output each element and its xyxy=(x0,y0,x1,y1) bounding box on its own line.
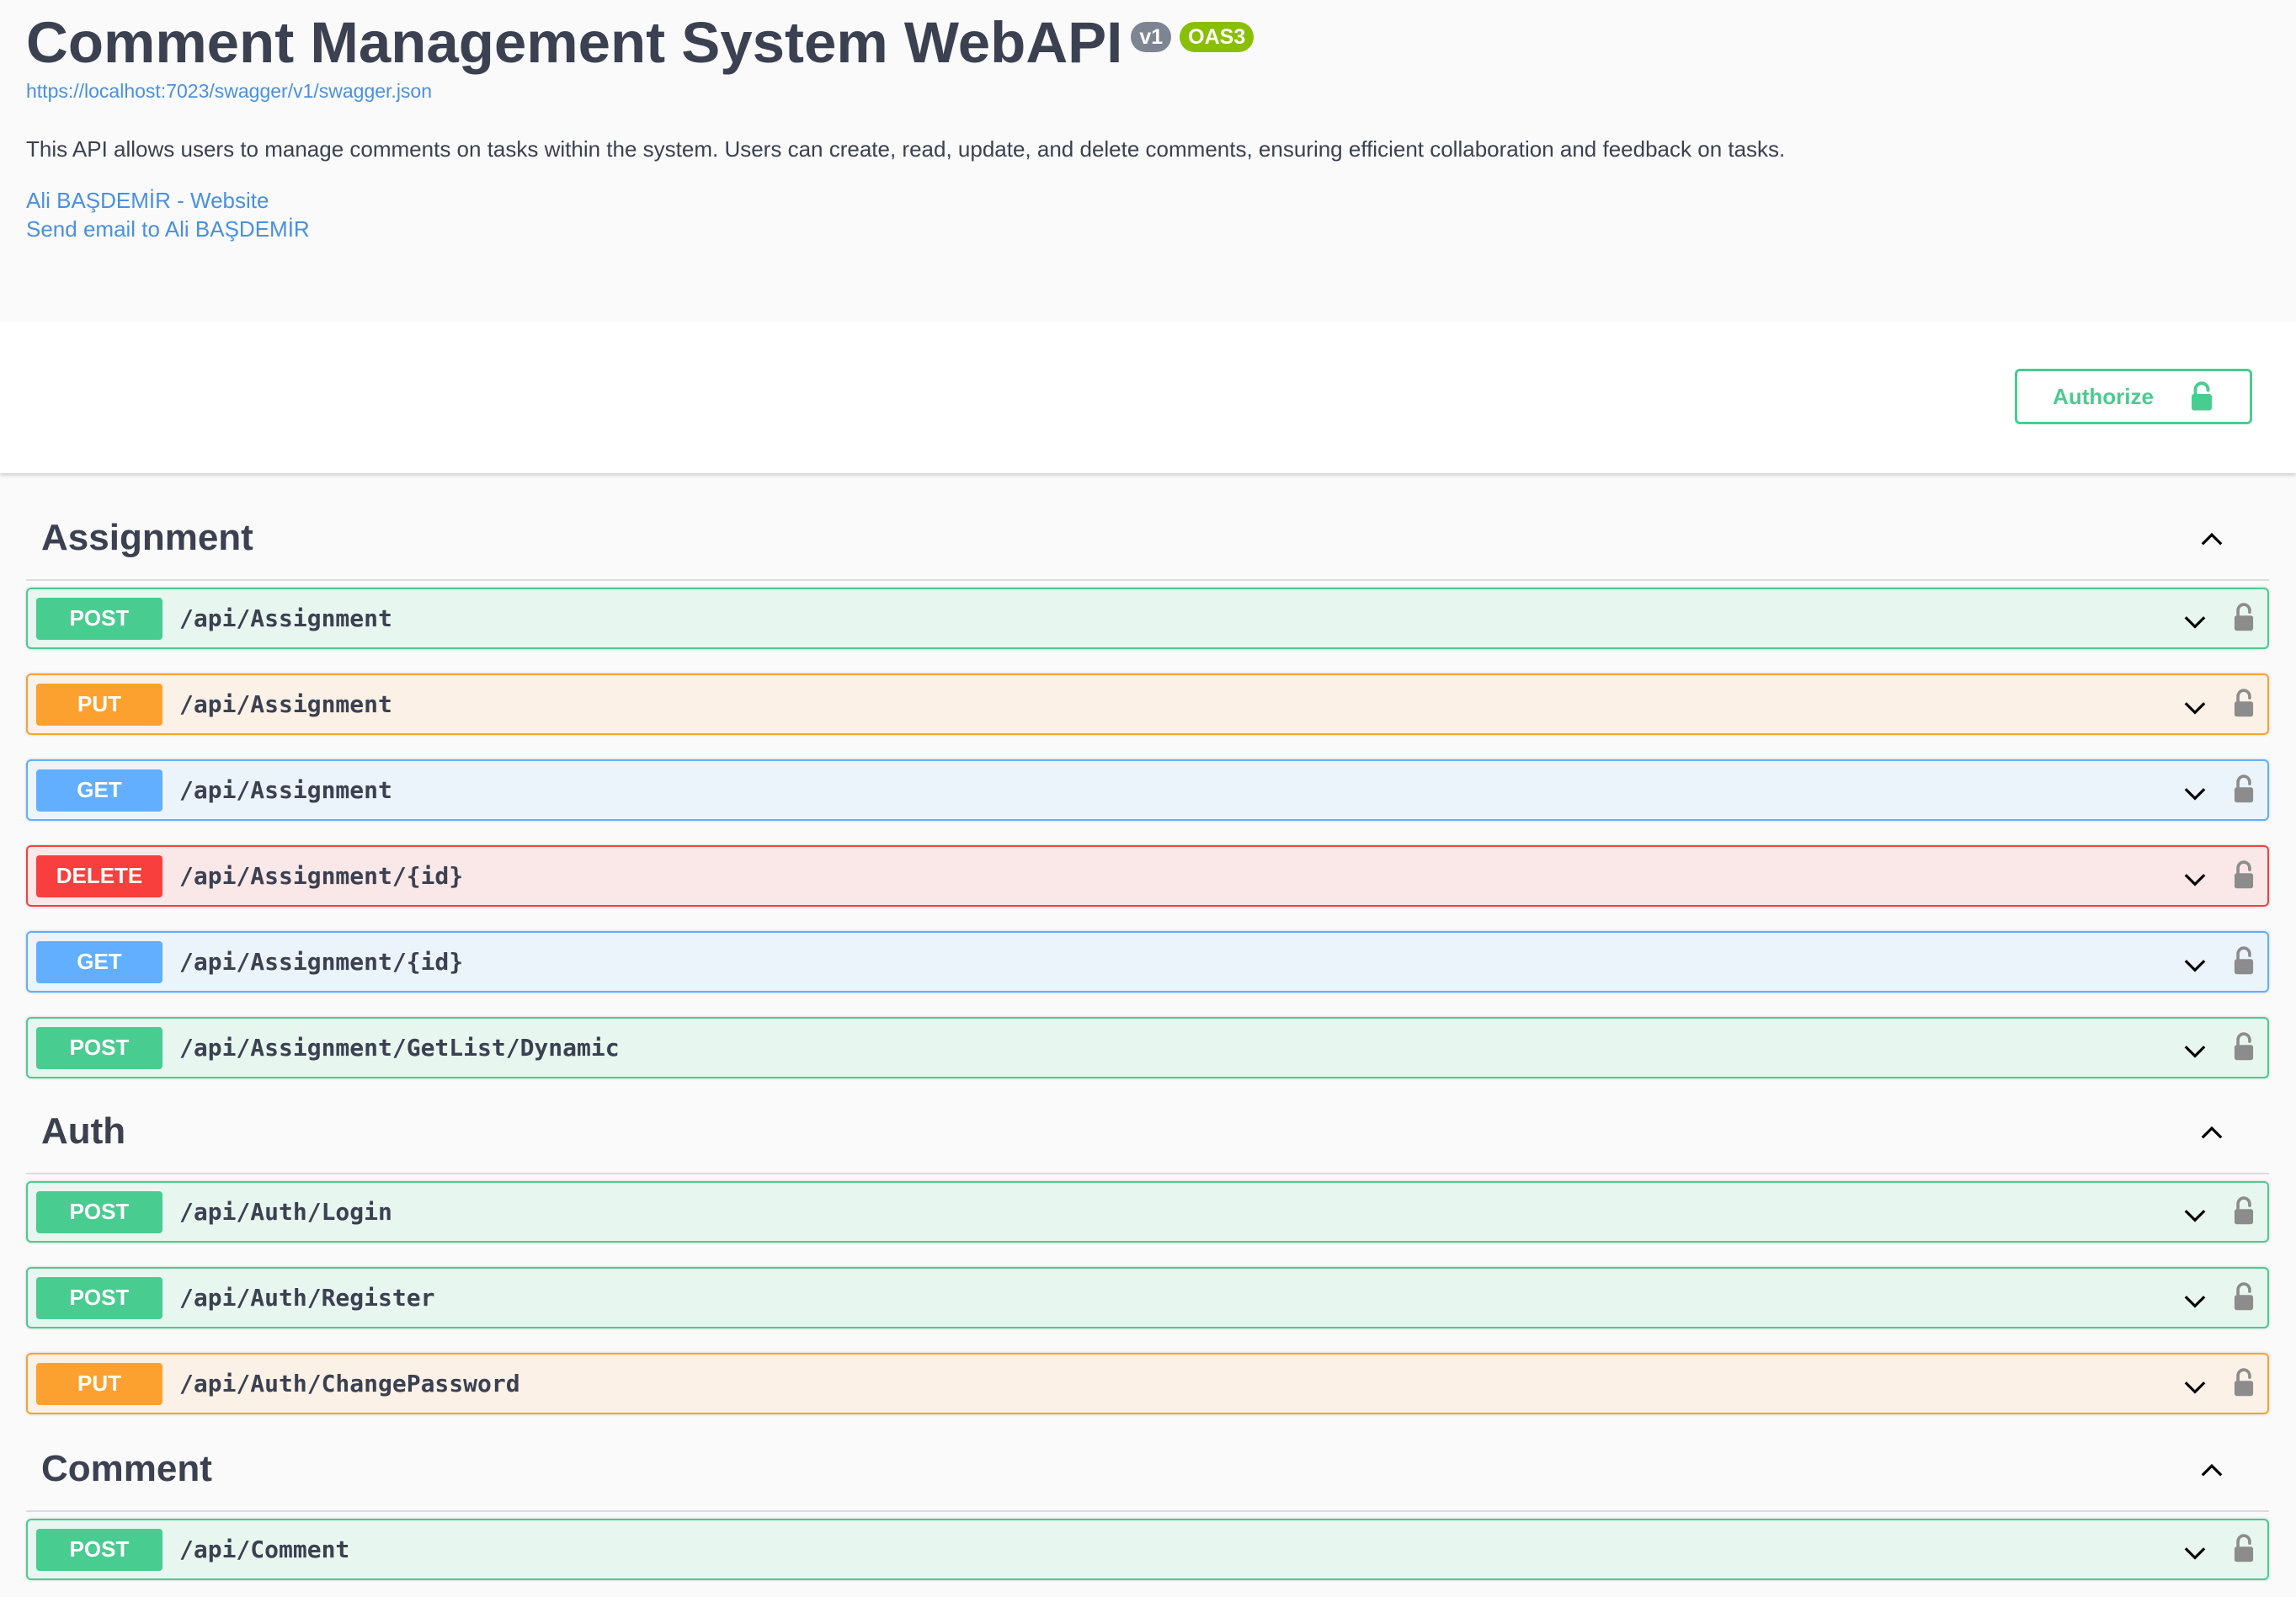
operation-delete[interactable]: DELETE/api/Assignment/{id} xyxy=(26,845,2269,907)
method-badge: PUT xyxy=(36,1362,162,1405)
tag-section-auth: Auth POST/api/Auth/Login POST/api/Auth/Reg… xyxy=(26,1090,2269,1414)
method-badge: POST xyxy=(36,597,162,640)
chevron-down-icon[interactable] xyxy=(2181,608,2208,635)
operation-path: /api/Assignment/GetList/Dynamic xyxy=(179,1034,620,1062)
chevron-up-icon[interactable] xyxy=(2198,525,2225,552)
tag-section-assignment: Assignment POST/api/Assignment PUT/api/Ass… xyxy=(26,497,2269,1078)
operation-path: /api/Assignment xyxy=(179,604,392,632)
chevron-down-icon[interactable] xyxy=(2181,951,2208,978)
lock-icon[interactable] xyxy=(2232,775,2256,805)
method-badge: POST xyxy=(36,1190,162,1233)
chevron-down-icon[interactable] xyxy=(2181,1539,2208,1566)
chevron-down-icon[interactable] xyxy=(2181,1373,2208,1400)
lock-icon[interactable] xyxy=(2232,860,2256,891)
contact-links: Ali BAŞDEMİR - Website Send email to Ali… xyxy=(26,186,310,243)
operation-path: /api/Auth/ChangePassword xyxy=(179,1370,520,1397)
operations-list: Assignment POST/api/Assignment PUT/api/Ass… xyxy=(26,497,2269,1580)
chevron-up-icon[interactable] xyxy=(2198,1119,2225,1146)
oas-badge: OAS3 xyxy=(1180,22,1255,52)
api-description: This API allows users to manage comments… xyxy=(26,136,1786,162)
title-row: Comment Management System WebAPI v1 OAS3 xyxy=(26,8,1255,77)
operation-path: /api/Assignment/{id} xyxy=(179,862,464,890)
tag-name: Auth xyxy=(41,1110,126,1152)
lock-icon[interactable] xyxy=(2232,1032,2256,1062)
page-title: Comment Management System WebAPI xyxy=(26,10,1123,75)
version-badge: v1 xyxy=(1131,22,1172,52)
operation-get[interactable]: GET/api/Assignment xyxy=(26,759,2269,821)
method-badge: POST xyxy=(36,1276,162,1319)
operation-path: /api/Assignment xyxy=(179,690,392,718)
api-info: Comment Management System WebAPI v1 OAS3… xyxy=(0,0,2296,322)
tag-name: Comment xyxy=(41,1448,212,1489)
method-badge: GET xyxy=(36,940,162,983)
contact-email-link[interactable]: Send email to Ali BAŞDEMİR xyxy=(26,215,310,243)
authorize-button[interactable]: Authorize xyxy=(2015,369,2252,424)
chevron-down-icon[interactable] xyxy=(2181,694,2208,721)
tag-header[interactable]: Assignment xyxy=(26,497,2269,581)
chevron-down-icon[interactable] xyxy=(2181,865,2208,892)
tag-section-comment: Comment POST/api/Comment xyxy=(26,1428,2269,1580)
operation-path: /api/Assignment xyxy=(179,776,392,804)
lock-icon[interactable] xyxy=(2232,603,2256,633)
chevron-down-icon[interactable] xyxy=(2181,1037,2208,1064)
scheme-container: Authorize xyxy=(0,322,2296,473)
operation-post[interactable]: POST/api/Assignment xyxy=(26,588,2269,649)
operation-path: /api/Auth/Register xyxy=(179,1284,435,1312)
lock-icon[interactable] xyxy=(2232,946,2256,977)
authorize-label: Authorize xyxy=(2053,383,2154,409)
lock-icon[interactable] xyxy=(2232,1196,2256,1227)
tag-name: Assignment xyxy=(41,517,253,558)
operation-path: /api/Comment xyxy=(179,1536,350,1563)
operation-get[interactable]: GET/api/Assignment/{id} xyxy=(26,931,2269,993)
tag-header[interactable]: Auth xyxy=(26,1090,2269,1174)
operation-post[interactable]: POST/api/Auth/Login xyxy=(26,1181,2269,1243)
unlock-icon xyxy=(2191,381,2212,411)
operation-path: /api/Assignment/{id} xyxy=(179,948,464,976)
method-badge: DELETE xyxy=(36,854,162,897)
swagger-ui: Comment Management System WebAPI v1 OAS3… xyxy=(0,0,2296,1597)
lock-icon[interactable] xyxy=(2232,1282,2256,1312)
spec-url-link[interactable]: https://localhost:7023/swagger/v1/swagge… xyxy=(26,80,432,103)
chevron-down-icon[interactable] xyxy=(2181,780,2208,806)
operation-put[interactable]: PUT/api/Assignment xyxy=(26,673,2269,735)
lock-icon[interactable] xyxy=(2232,689,2256,719)
contact-website-link[interactable]: Ali BAŞDEMİR - Website xyxy=(26,186,310,215)
method-badge: POST xyxy=(36,1026,162,1069)
operation-post[interactable]: POST/api/Comment xyxy=(26,1519,2269,1580)
method-badge: POST xyxy=(36,1528,162,1571)
operation-post[interactable]: POST/api/Assignment/GetList/Dynamic xyxy=(26,1017,2269,1078)
lock-icon[interactable] xyxy=(2232,1368,2256,1398)
lock-icon[interactable] xyxy=(2232,1534,2256,1564)
method-badge: GET xyxy=(36,769,162,812)
operation-post[interactable]: POST/api/Auth/Register xyxy=(26,1267,2269,1328)
operation-path: /api/Auth/Login xyxy=(179,1198,392,1226)
chevron-down-icon[interactable] xyxy=(2181,1287,2208,1314)
chevron-up-icon[interactable] xyxy=(2198,1456,2225,1483)
method-badge: PUT xyxy=(36,683,162,726)
operation-put[interactable]: PUT/api/Auth/ChangePassword xyxy=(26,1353,2269,1414)
tag-header[interactable]: Comment xyxy=(26,1428,2269,1512)
chevron-down-icon[interactable] xyxy=(2181,1201,2208,1228)
